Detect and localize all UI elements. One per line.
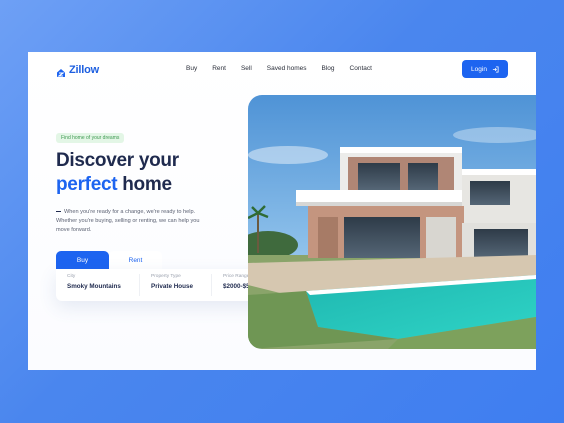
- brand-logo[interactable]: Zillow: [56, 64, 99, 77]
- property-type-value: Private House: [151, 283, 193, 290]
- hero-title: Discover your perfect home: [56, 149, 179, 197]
- nav-sell[interactable]: Sell: [241, 65, 252, 72]
- city-label: City: [67, 274, 76, 279]
- nav-saved-homes[interactable]: Saved homes: [267, 65, 307, 72]
- hero-title-line1: Discover your: [56, 150, 179, 171]
- house-logo-icon: [56, 65, 66, 77]
- nav-rent[interactable]: Rent: [212, 65, 226, 72]
- hero-house-image: [248, 95, 536, 349]
- hero-tag: Find home of your dreams: [56, 133, 125, 143]
- city-value: Smoky Mountains: [67, 283, 121, 290]
- hero-description-text: When you're ready for a change, we're re…: [56, 209, 200, 233]
- tab-rent[interactable]: Rent: [109, 251, 162, 269]
- login-label: Login: [471, 65, 487, 73]
- nav-contact[interactable]: Contact: [350, 65, 372, 72]
- nav-buy[interactable]: Buy: [186, 65, 197, 72]
- property-type-field[interactable]: Property Type Private House: [139, 274, 211, 296]
- brand-name: Zillow: [69, 64, 99, 76]
- landing-card: Zillow Buy Rent Sell Saved homes Blog Co…: [28, 52, 536, 370]
- login-button[interactable]: Login: [462, 60, 508, 78]
- hero-description: When you're ready for a change, we're re…: [56, 208, 206, 235]
- search-tabs: Buy Rent: [56, 251, 162, 269]
- tab-buy[interactable]: Buy: [56, 251, 109, 269]
- hero-title-accent: perfect: [56, 174, 118, 195]
- property-type-label: Property Type: [151, 274, 181, 279]
- dash-decoration: [56, 210, 61, 213]
- nav-blog[interactable]: Blog: [322, 65, 335, 72]
- city-field[interactable]: City Smoky Mountains: [56, 274, 139, 296]
- login-icon: [492, 65, 499, 73]
- main-nav: Buy Rent Sell Saved homes Blog Contact: [186, 65, 387, 72]
- hero-title-rest: home: [117, 174, 172, 195]
